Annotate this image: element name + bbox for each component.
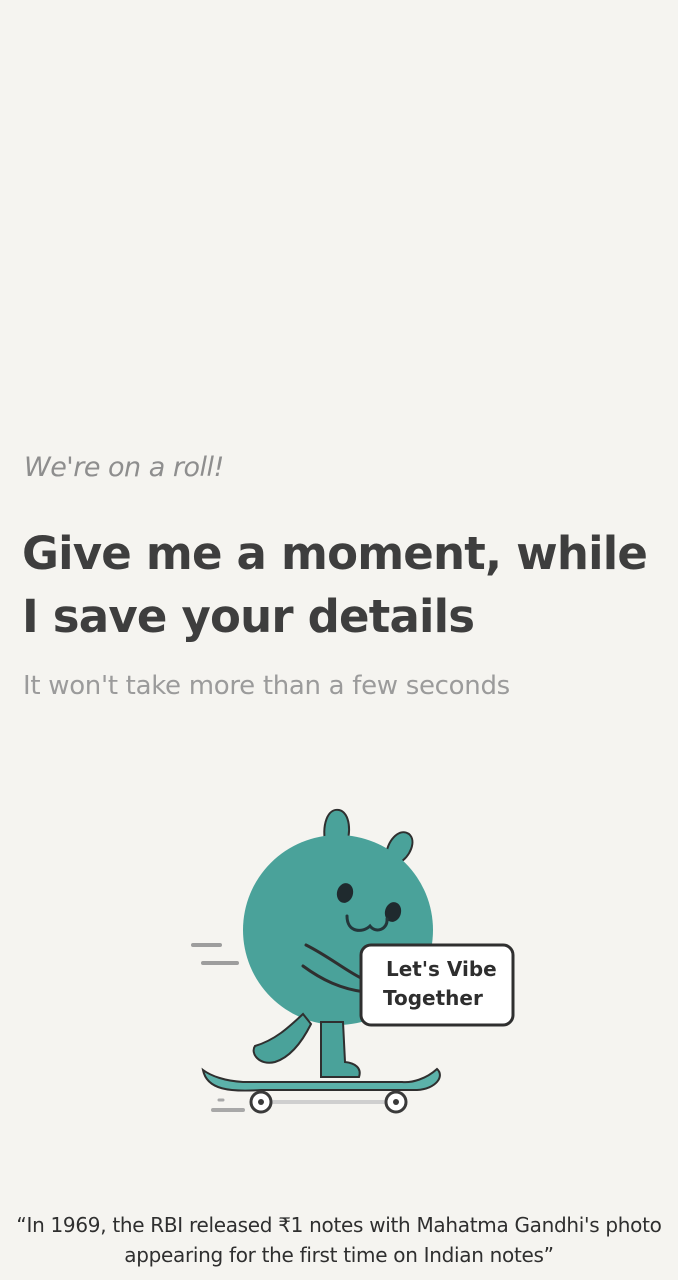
subtitle-text: It won't take more than a few seconds [23, 671, 510, 701]
intro-text: We're on a roll! [24, 452, 224, 483]
sign-line-2: Together [383, 986, 483, 1010]
sign-line-1: Let's Vibe [386, 957, 497, 981]
page-title: Give me a moment, while I save your deta… [22, 527, 648, 643]
mascot-skateboard-icon: Let's Vibe Together [191, 808, 515, 1114]
fun-fact-text: “In 1969, the RBI released ₹1 notes with… [16, 1213, 662, 1267]
